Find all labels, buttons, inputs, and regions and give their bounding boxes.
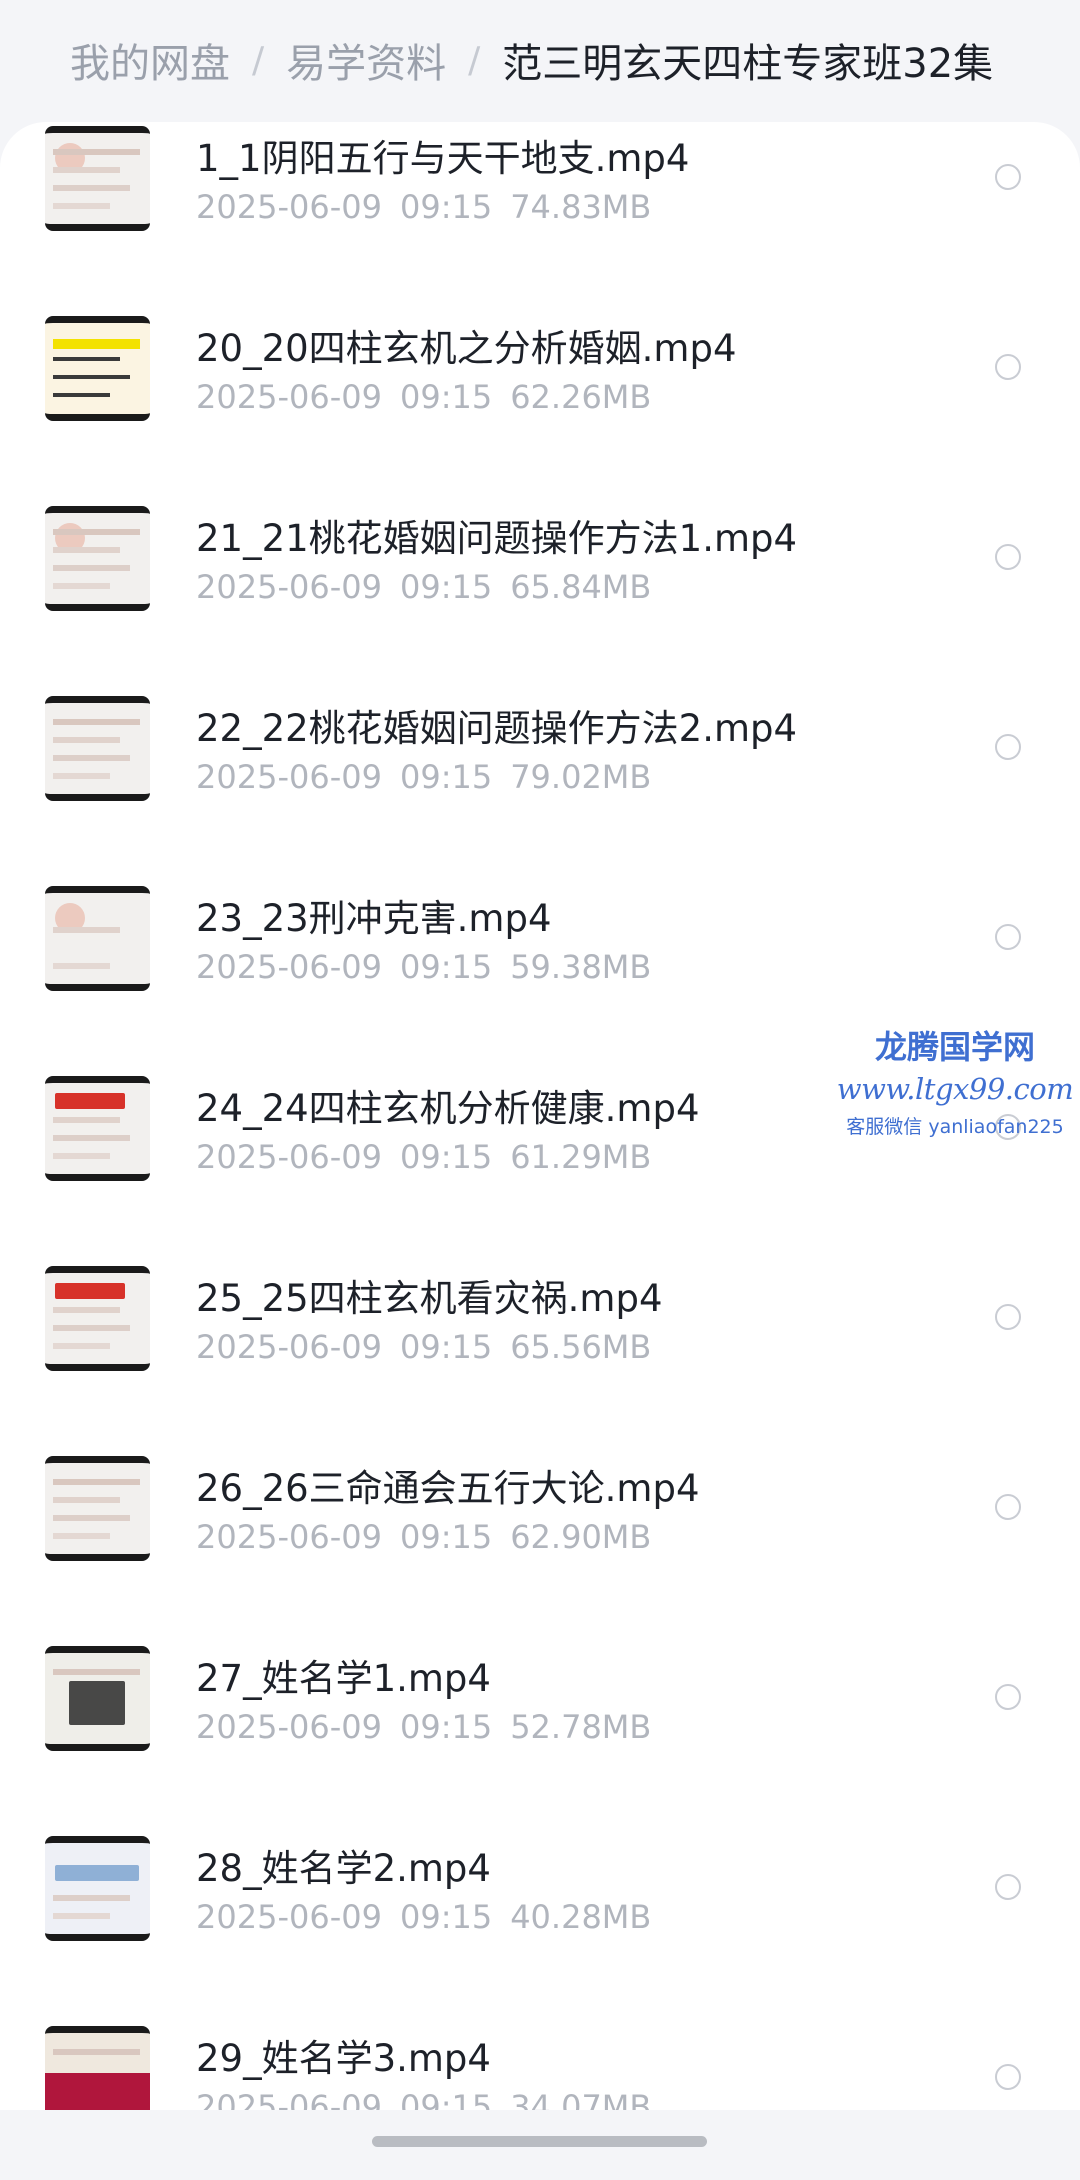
file-size: 62.26MB — [510, 378, 652, 416]
file-date: 2025-06-09 — [196, 1518, 382, 1556]
file-name: 29_姓名学3.mp4 — [196, 2037, 491, 2080]
file-date: 2025-06-09 — [196, 2088, 382, 2110]
select-radio[interactable] — [995, 2064, 1021, 2090]
file-name: 22_22桃花婚姻问题操作方法2.mp4 — [196, 707, 798, 750]
file-row[interactable]: 22_22桃花婚姻问题操作方法2.mp4 2025-06-09 09:15 79.0… — [0, 692, 1080, 882]
file-size: 62.90MB — [510, 1518, 652, 1556]
file-row[interactable]: 25_25四柱玄机看灾祸.mp4 2025-06-09 09:15 65.56MB — [0, 1262, 1080, 1452]
breadcrumb-separator: / — [252, 39, 265, 81]
video-thumbnail — [45, 696, 150, 801]
video-thumbnail — [45, 1076, 150, 1181]
file-date: 2025-06-09 — [196, 948, 382, 986]
video-thumbnail — [45, 316, 150, 421]
video-thumbnail — [45, 1266, 150, 1371]
file-meta: 2025-06-09 09:15 62.90MB — [196, 1518, 651, 1556]
file-size: 40.28MB — [510, 1898, 652, 1936]
file-meta: 2025-06-09 09:15 74.83MB — [196, 188, 651, 226]
file-name: 21_21桃花婚姻问题操作方法1.mp4 — [196, 517, 798, 560]
select-radio[interactable] — [995, 354, 1021, 380]
file-list-panel: 1_1阴阳五行与天干地支.mp4 2025-06-09 09:15 74.83MB … — [0, 122, 1080, 2110]
file-size: 79.02MB — [510, 758, 652, 796]
file-size: 52.78MB — [510, 1708, 652, 1746]
file-row[interactable]: 27_姓名学1.mp4 2025-06-09 09:15 52.78MB — [0, 1642, 1080, 1832]
file-time: 09:15 — [399, 758, 493, 796]
file-meta: 2025-06-09 09:15 65.84MB — [196, 568, 651, 606]
file-time: 09:15 — [399, 1518, 493, 1556]
file-size: 61.29MB — [510, 1138, 652, 1176]
file-name: 27_姓名学1.mp4 — [196, 1657, 491, 1700]
file-date: 2025-06-09 — [196, 758, 382, 796]
file-date: 2025-06-09 — [196, 1138, 382, 1176]
file-name: 26_26三命通会五行大论.mp4 — [196, 1467, 700, 1510]
file-size: 34.07MB — [510, 2088, 652, 2110]
file-meta: 2025-06-09 09:15 34.07MB — [196, 2088, 651, 2110]
file-row[interactable]: 29_姓名学3.mp4 2025-06-09 09:15 34.07MB — [0, 2022, 1080, 2110]
file-time: 09:15 — [399, 378, 493, 416]
video-thumbnail — [45, 506, 150, 611]
select-radio[interactable] — [995, 1304, 1021, 1330]
file-meta: 2025-06-09 09:15 59.38MB — [196, 948, 651, 986]
video-thumbnail — [45, 2026, 150, 2110]
file-time: 09:15 — [399, 1138, 493, 1176]
file-date: 2025-06-09 — [196, 1708, 382, 1746]
select-radio[interactable] — [995, 164, 1021, 190]
file-row[interactable]: 26_26三命通会五行大论.mp4 2025-06-09 09:15 62.90MB — [0, 1452, 1080, 1642]
file-name: 23_23刑冲克害.mp4 — [196, 897, 552, 940]
file-row[interactable]: 23_23刑冲克害.mp4 2025-06-09 09:15 59.38MB — [0, 882, 1080, 1072]
file-row[interactable]: 24_24四柱玄机分析健康.mp4 2025-06-09 09:15 61.29MB — [0, 1072, 1080, 1262]
select-radio[interactable] — [995, 1494, 1021, 1520]
file-name: 1_1阴阳五行与天干地支.mp4 — [196, 137, 690, 180]
file-date: 2025-06-09 — [196, 568, 382, 606]
file-meta: 2025-06-09 09:15 62.26MB — [196, 378, 651, 416]
file-time: 09:15 — [399, 1898, 493, 1936]
video-thumbnail — [45, 1456, 150, 1561]
breadcrumb-current-folder: 范三明玄天四柱专家班32集 — [502, 41, 994, 87]
video-thumbnail — [45, 1646, 150, 1751]
file-size: 74.83MB — [510, 188, 652, 226]
file-time: 09:15 — [399, 1328, 493, 1366]
file-date: 2025-06-09 — [196, 188, 382, 226]
select-radio[interactable] — [995, 924, 1021, 950]
file-row[interactable]: 21_21桃花婚姻问题操作方法1.mp4 2025-06-09 09:15 65.8… — [0, 502, 1080, 692]
breadcrumb-separator: / — [468, 39, 481, 81]
select-radio[interactable] — [995, 1684, 1021, 1710]
breadcrumb-my-drive[interactable]: 我的网盘 — [70, 31, 230, 89]
file-name: 24_24四柱玄机分析健康.mp4 — [196, 1087, 700, 1130]
file-meta: 2025-06-09 09:15 40.28MB — [196, 1898, 651, 1936]
file-size: 65.84MB — [510, 568, 652, 606]
file-meta: 2025-06-09 09:15 65.56MB — [196, 1328, 651, 1366]
file-meta: 2025-06-09 09:15 61.29MB — [196, 1138, 651, 1176]
select-radio[interactable] — [995, 1114, 1021, 1140]
file-name: 28_姓名学2.mp4 — [196, 1847, 491, 1890]
file-time: 09:15 — [399, 568, 493, 606]
file-time: 09:15 — [399, 1708, 493, 1746]
video-thumbnail — [45, 886, 150, 991]
select-radio[interactable] — [995, 1874, 1021, 1900]
video-thumbnail — [45, 126, 150, 231]
file-time: 09:15 — [399, 2088, 493, 2110]
home-indicator[interactable] — [372, 2136, 707, 2147]
file-row[interactable]: 20_20四柱玄机之分析婚姻.mp4 2025-06-09 09:15 62.26M… — [0, 312, 1080, 502]
file-date: 2025-06-09 — [196, 1328, 382, 1366]
file-row[interactable]: 28_姓名学2.mp4 2025-06-09 09:15 40.28MB — [0, 1832, 1080, 2022]
video-thumbnail — [45, 1836, 150, 1941]
file-size: 59.38MB — [510, 948, 652, 986]
breadcrumb: 我的网盘 / 易学资料 / 范三明玄天四柱专家班32集 — [70, 0, 1060, 120]
file-time: 09:15 — [399, 948, 493, 986]
file-date: 2025-06-09 — [196, 1898, 382, 1936]
file-meta: 2025-06-09 09:15 79.02MB — [196, 758, 651, 796]
select-radio[interactable] — [995, 544, 1021, 570]
file-name: 20_20四柱玄机之分析婚姻.mp4 — [196, 327, 737, 370]
file-time: 09:15 — [399, 188, 493, 226]
file-date: 2025-06-09 — [196, 378, 382, 416]
select-radio[interactable] — [995, 734, 1021, 760]
file-row[interactable]: 1_1阴阳五行与天干地支.mp4 2025-06-09 09:15 74.83MB — [0, 122, 1080, 312]
file-name: 25_25四柱玄机看灾祸.mp4 — [196, 1277, 663, 1320]
file-meta: 2025-06-09 09:15 52.78MB — [196, 1708, 651, 1746]
file-size: 65.56MB — [510, 1328, 652, 1366]
breadcrumb-folder-yixue[interactable]: 易学资料 — [286, 31, 446, 89]
